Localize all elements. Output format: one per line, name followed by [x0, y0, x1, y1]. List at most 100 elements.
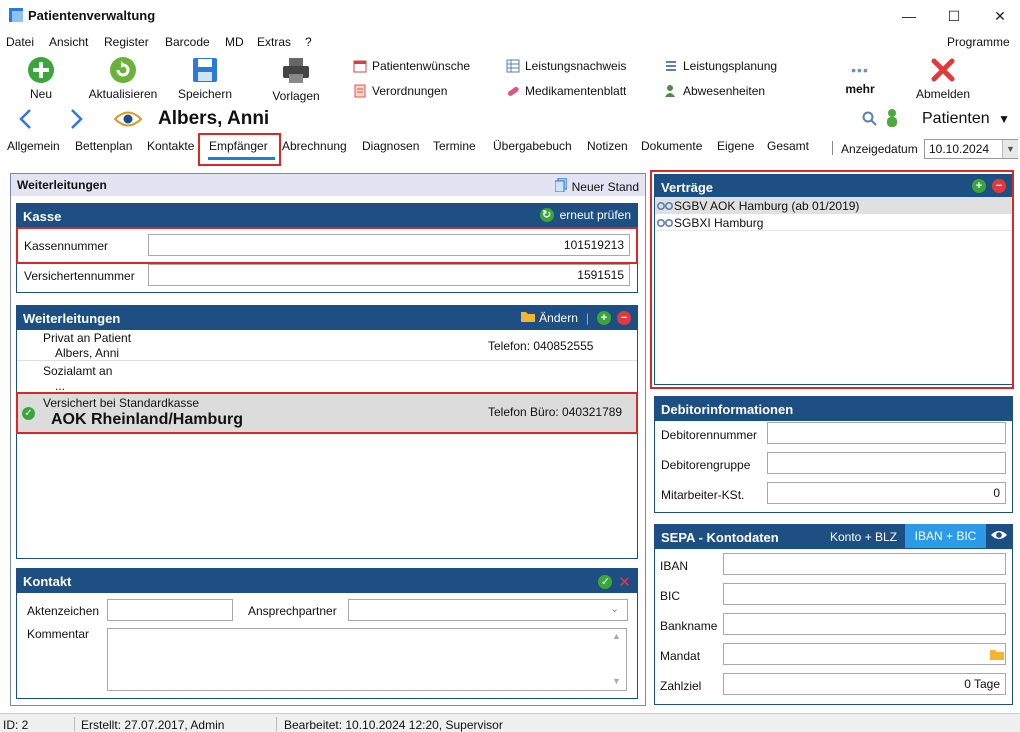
- menu-md[interactable]: MD: [225, 35, 244, 49]
- menu-register[interactable]: Register: [104, 35, 149, 49]
- kasse-title: Kasse: [23, 209, 62, 224]
- menu-datei[interactable]: Datei: [6, 35, 34, 49]
- scroll-up-icon[interactable]: ▲: [612, 631, 621, 641]
- bic-field[interactable]: [723, 583, 1006, 605]
- tab-uebergabebuch[interactable]: Übergabebuch: [493, 139, 572, 153]
- mehr-button[interactable]: ••• mehr: [838, 62, 882, 96]
- chevron-down-icon: ▼: [998, 112, 1010, 126]
- kommentar-textarea[interactable]: [107, 628, 627, 691]
- list-item[interactable]: Privat an Patient Albers, Anni Telefon: …: [17, 329, 637, 361]
- weiterleitungen-outer-title: Weiterleitungen: [17, 178, 107, 192]
- status-erstellt: Erstellt: 27.07.2017, Admin: [81, 718, 225, 732]
- zahlziel-field[interactable]: 0 Tage: [723, 673, 1006, 695]
- folder-icon: [521, 310, 536, 325]
- tab-dokumente[interactable]: Dokumente: [641, 139, 702, 153]
- kommentar-label: Kommentar: [27, 627, 90, 641]
- versichertennummer-label: Versichertennummer: [24, 269, 135, 283]
- eye-icon[interactable]: [990, 529, 1008, 544]
- menu-help[interactable]: ?: [305, 35, 312, 49]
- cancel-icon[interactable]: ✕: [618, 573, 631, 591]
- aktualisieren-label: Aktualisieren: [88, 87, 158, 101]
- forward-arrow-icon[interactable]: [68, 108, 84, 133]
- verordnungen-button[interactable]: Verordnungen: [353, 84, 447, 98]
- remove-icon[interactable]: −: [617, 310, 631, 325]
- tab-empfaenger[interactable]: Empfänger: [209, 139, 268, 153]
- tab-diagnosen[interactable]: Diagnosen: [362, 139, 419, 153]
- speichern-button[interactable]: Speichern: [174, 56, 236, 101]
- highlight-box-vertraege: [650, 170, 1014, 389]
- aktualisieren-button[interactable]: Aktualisieren: [84, 56, 162, 101]
- medikamentenblatt-button[interactable]: Medikamentenblatt: [506, 84, 626, 98]
- separator: [832, 141, 833, 155]
- iban-bic-toggle[interactable]: IBAN + BIC: [905, 524, 986, 548]
- kassennummer-field[interactable]: 101519213: [148, 234, 630, 256]
- anzeigedatum-label: Anzeigedatum: [841, 142, 918, 156]
- menu-programme[interactable]: Programme: [947, 35, 1010, 49]
- medikamentenblatt-label: Medikamentenblatt: [525, 84, 627, 98]
- mitarbeiter-kst-label: Mitarbeiter-KSt.: [661, 488, 745, 502]
- date-dropdown-icon[interactable]: ▼: [1002, 140, 1018, 158]
- abwesenheiten-button[interactable]: Abwesenheiten: [664, 84, 765, 98]
- menu-ansicht[interactable]: Ansicht: [49, 35, 88, 49]
- patienten-selector[interactable]: Patienten ▼: [922, 110, 1010, 128]
- mitarbeiter-kst-field[interactable]: 0: [767, 482, 1006, 504]
- add-icon[interactable]: +: [597, 310, 611, 325]
- tab-notizen[interactable]: Notizen: [587, 139, 628, 153]
- close-button[interactable]: ✕: [977, 2, 1020, 30]
- tab-bettenplan[interactable]: Bettenplan: [75, 139, 132, 153]
- minimize-button[interactable]: —: [886, 2, 932, 30]
- maximize-button[interactable]: ☐: [931, 2, 977, 30]
- folder-icon[interactable]: [990, 648, 1004, 663]
- pill-icon: [506, 84, 520, 98]
- tab-allgemein[interactable]: Allgemein: [7, 139, 60, 153]
- debitorennummer-label: Debitorennummer: [661, 428, 758, 442]
- tab-eigene[interactable]: Eigene: [717, 139, 754, 153]
- bankname-field[interactable]: [723, 613, 1006, 635]
- prescription-icon: [353, 84, 367, 98]
- konto-blz-toggle[interactable]: Konto + BLZ: [830, 530, 897, 544]
- tab-gesamt[interactable]: Gesamt: [767, 139, 809, 153]
- neu-label: Neu: [29, 87, 52, 101]
- tab-termine[interactable]: Termine: [433, 139, 476, 153]
- debitorengruppe-field[interactable]: [767, 452, 1006, 474]
- neuer-stand-button[interactable]: Neuer Stand: [554, 177, 639, 195]
- confirm-icon[interactable]: ✓: [598, 575, 613, 589]
- search-icon[interactable]: [862, 111, 878, 130]
- leistungsplanung-button[interactable]: Leistungsplanung: [664, 59, 777, 73]
- mehr-label: mehr: [845, 82, 875, 96]
- mandat-field[interactable]: [723, 643, 1006, 665]
- person-status-icon: [885, 108, 899, 131]
- erneut-pruefen-button[interactable]: ↻ erneut prüfen: [539, 208, 631, 222]
- tab-kontakte[interactable]: Kontakte: [147, 139, 194, 153]
- aktenzeichen-field[interactable]: [107, 599, 233, 621]
- app-icon: [9, 8, 23, 22]
- ansprechpartner-label: Ansprechpartner: [248, 604, 337, 618]
- active-tab-indicator: [208, 157, 275, 160]
- ansprechpartner-select[interactable]: [348, 599, 628, 621]
- list-item[interactable]: Sozialamt an ...: [17, 362, 637, 393]
- menu-barcode[interactable]: Barcode: [165, 35, 210, 49]
- menu-extras[interactable]: Extras: [257, 35, 291, 49]
- back-arrow-icon[interactable]: [18, 108, 34, 133]
- sepa-title: SEPA - Kontodaten: [661, 530, 779, 545]
- refresh-icon: [84, 56, 162, 87]
- bankname-label: Bankname: [660, 619, 718, 633]
- versichertennummer-field[interactable]: 1591515: [148, 264, 630, 286]
- patientenwuensche-button[interactable]: Patientenwünsche: [353, 59, 470, 73]
- patientenwuensche-label: Patientenwünsche: [372, 59, 471, 73]
- neu-button[interactable]: Neu: [18, 56, 64, 101]
- aendern-button[interactable]: Ändern: [521, 310, 578, 325]
- iban-field[interactable]: [723, 553, 1006, 575]
- status-bar: ID: 2 Erstellt: 27.07.2017, Admin Bearbe…: [0, 713, 1020, 732]
- scroll-down-icon[interactable]: ▼: [612, 676, 621, 686]
- leistungsplanung-label: Leistungsplanung: [683, 59, 778, 73]
- tab-abrechnung[interactable]: Abrechnung: [282, 139, 347, 153]
- vorlagen-button[interactable]: Vorlagen: [266, 56, 326, 103]
- chevron-down-icon[interactable]: ⌄: [610, 602, 619, 615]
- debitorennummer-field[interactable]: [767, 422, 1006, 444]
- debitor-title: Debitorinformationen: [661, 402, 794, 417]
- eye-icon[interactable]: [113, 110, 143, 131]
- abmelden-button[interactable]: Abmelden: [910, 56, 976, 101]
- neuer-stand-label: Neuer Stand: [571, 179, 639, 194]
- leistungsnachweis-button[interactable]: Leistungsnachweis: [506, 59, 626, 73]
